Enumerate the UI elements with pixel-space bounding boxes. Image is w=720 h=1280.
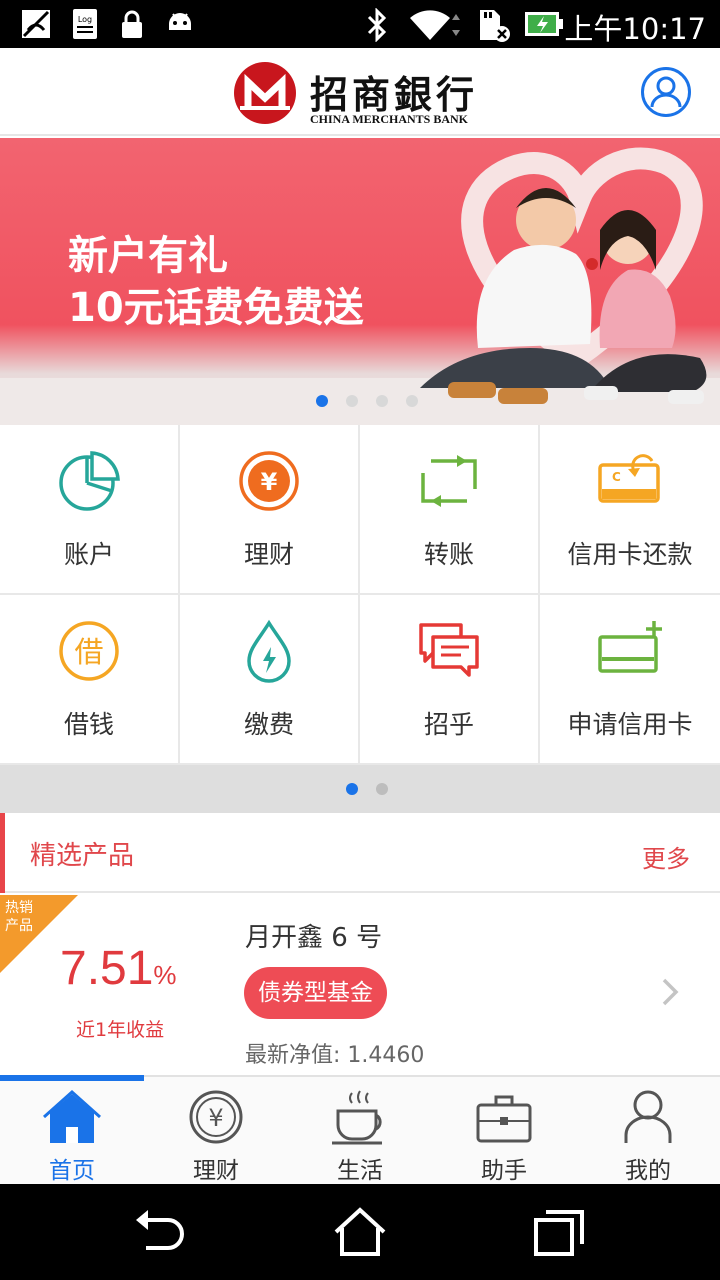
tab-label: 生活 (337, 1158, 383, 1184)
tab-label: 首页 (49, 1158, 95, 1184)
tab-wealth[interactable]: ¥ 理财 (144, 1077, 288, 1186)
grid-label: 信用卡还款 (567, 540, 693, 569)
bank-name-cn: 招商銀行 (310, 72, 479, 117)
product-nav: 最新净值: 1.4460 (245, 1037, 424, 1069)
banner-headline: 新户有礼 10元话费免费送 (68, 230, 364, 334)
svg-text:¥: ¥ (208, 1104, 223, 1132)
grid-pagination-dots (346, 783, 388, 795)
grid-dot-2[interactable] (376, 783, 388, 795)
tab-life[interactable]: 生活 (288, 1077, 432, 1186)
lock-icon (122, 10, 142, 38)
product-type-tag: 债券型基金 (244, 967, 387, 1019)
bank-name-en: CHINA MERCHANTS BANK (310, 112, 469, 126)
banner-dot-1[interactable] (316, 395, 328, 407)
system-navigation-bar (0, 1184, 720, 1280)
grid-dot-1[interactable] (346, 783, 358, 795)
more-link[interactable]: 更多 (642, 839, 690, 874)
back-icon[interactable] (132, 1206, 188, 1258)
grid-item-payment[interactable]: 缴费 (180, 595, 360, 765)
grid-label: 招乎 (423, 710, 474, 739)
user-circle-icon[interactable] (640, 66, 692, 118)
tab-label: 助手 (481, 1158, 527, 1184)
svg-text:Log: Log (78, 15, 92, 24)
tab-mine[interactable]: 我的 (576, 1077, 720, 1186)
grid-item-credit-repay[interactable]: C 信用卡还款 (540, 425, 720, 595)
grid-label: 理财 (243, 540, 294, 569)
grid-label: 借钱 (63, 710, 114, 739)
grid-label: 缴费 (243, 710, 294, 739)
grid-label: 申请信用卡 (567, 710, 693, 739)
banner-dot-3[interactable] (376, 395, 388, 407)
home-icon (43, 1089, 101, 1143)
battery-charging-icon (525, 12, 563, 36)
android-icon (169, 13, 191, 30)
app-header: 招商銀行 CHINA MERCHANTS BANK (0, 48, 720, 136)
briefcase-icon (476, 1095, 532, 1143)
product-rate: 7.51% (60, 941, 177, 996)
hot-badge-label: 热销产品 (5, 900, 33, 934)
section-accent-bar (0, 813, 5, 893)
rate-value: 7.51 (60, 942, 154, 995)
yuan-coin-icon: ¥ (189, 1090, 243, 1144)
grid-item-apply-card[interactable]: 申请信用卡 (540, 595, 720, 765)
coffee-cup-icon (332, 1090, 382, 1145)
recent-apps-icon[interactable] (532, 1206, 588, 1258)
svg-text:借: 借 (74, 635, 103, 669)
pie-chart-icon (59, 451, 120, 511)
banner-pagination (316, 395, 418, 407)
svg-text:¥: ¥ (261, 468, 278, 496)
grid-item-transfer[interactable]: 转账 (360, 425, 540, 595)
tab-home[interactable]: 首页 (0, 1077, 144, 1186)
nav-value: 1.4460 (347, 1043, 425, 1068)
featured-products-header: 精选产品 更多 (0, 813, 720, 893)
promo-banner[interactable]: 新户有礼 10元话费免费送 (0, 138, 720, 425)
card-repay-icon: C (598, 454, 660, 503)
cmb-logo-icon (234, 62, 296, 124)
card-add-icon (598, 621, 662, 673)
svg-text:C: C (612, 470, 621, 484)
transfer-icon (421, 455, 477, 507)
product-name: 月开鑫 6 号 (245, 923, 383, 953)
tab-label: 理财 (193, 1158, 239, 1184)
banner-dot-4[interactable] (406, 395, 418, 407)
wifi-icon (410, 10, 460, 40)
grid-label: 账户 (63, 540, 114, 569)
banner-line-2: 10元话费免费送 (68, 285, 364, 331)
grid-label: 转账 (423, 540, 474, 569)
water-drop-icon (247, 619, 291, 683)
banner-line-1: 新户有礼 (68, 233, 228, 279)
product-card[interactable]: 热销产品 7.51% 近1年收益 月开鑫 6 号 债券型基金 最新净值: 1.4… (0, 895, 720, 1075)
yuan-coin-icon: ¥ (239, 451, 299, 511)
rate-label: 近1年收益 (76, 1019, 165, 1041)
rate-unit: % (153, 960, 177, 990)
nav-label: 最新净值: (245, 1043, 341, 1068)
sd-card-icon (480, 10, 510, 42)
banner-dot-2[interactable] (346, 395, 358, 407)
function-grid: 账户 ¥ 理财 转账 C 信用卡还款 借 借钱 缴费 招乎 申请信用卡 (0, 425, 720, 765)
bluetooth-icon (367, 8, 387, 42)
section-title: 精选产品 (30, 841, 135, 871)
grid-item-wealth[interactable]: ¥ 理财 (180, 425, 360, 595)
person-icon (624, 1090, 672, 1143)
grid-pagination (0, 765, 720, 813)
home-outline-icon[interactable] (332, 1206, 388, 1258)
chevron-right-icon[interactable] (660, 977, 680, 1007)
bottom-tab-bar: 首页 ¥ 理财 生活 助手 我的 (0, 1075, 720, 1184)
chat-bubbles-icon (419, 623, 479, 677)
bank-logo: 招商銀行 CHINA MERCHANTS BANK (232, 58, 494, 128)
grid-item-account[interactable]: 账户 (0, 425, 180, 595)
status-time: 上午10:17 (564, 12, 706, 46)
borrow-icon: 借 (59, 621, 119, 681)
grid-item-borrow[interactable]: 借 借钱 (0, 595, 180, 765)
grid-item-zhaohu[interactable]: 招乎 (360, 595, 540, 765)
log-icon: Log (73, 9, 97, 39)
no-sim-icon (22, 10, 50, 38)
tab-assistant[interactable]: 助手 (432, 1077, 576, 1186)
tab-label: 我的 (625, 1158, 671, 1184)
status-bar: Log 上午10:17 (0, 0, 720, 48)
